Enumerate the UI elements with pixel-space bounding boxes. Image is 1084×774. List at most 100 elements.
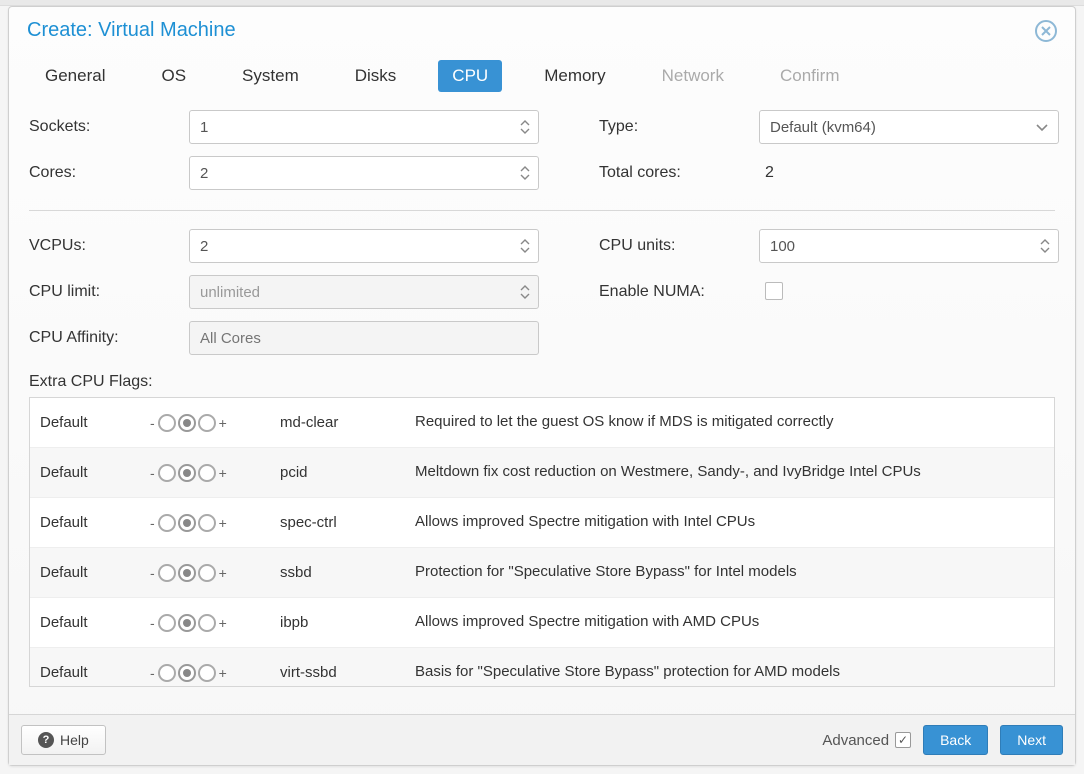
tab-disks[interactable]: Disks [341, 60, 411, 92]
flag-name: virt-ssbd [280, 664, 415, 681]
flag-row: Default-+md-clearRequired to let the gue… [30, 398, 1054, 448]
dialog-header: Create: Virtual Machine [9, 7, 1075, 42]
tristate-default[interactable] [178, 564, 196, 582]
tristate-off[interactable] [158, 464, 176, 482]
flag-state: Default [40, 664, 150, 681]
advanced-toggle[interactable]: Advanced ✓ [822, 732, 911, 749]
flag-name: pcid [280, 464, 415, 481]
vcpus-label: VCPUs: [29, 237, 189, 255]
chevron-down-icon [1036, 119, 1048, 135]
type-label: Type: [599, 118, 759, 136]
minus-icon: - [150, 515, 155, 531]
close-icon [1040, 25, 1052, 37]
tristate-default[interactable] [178, 464, 196, 482]
tristate-default[interactable] [178, 664, 196, 682]
minus-icon: - [150, 465, 155, 481]
close-button[interactable] [1035, 20, 1057, 42]
cpu-affinity-input[interactable] [189, 321, 539, 355]
flag-state: Default [40, 464, 150, 481]
tristate-on[interactable] [198, 464, 216, 482]
cores-field[interactable] [200, 165, 528, 182]
sockets-label: Sockets: [29, 118, 189, 136]
cpu-units-field[interactable] [770, 238, 1048, 255]
flag-row: Default-+ibpbAllows improved Spectre mit… [30, 598, 1054, 648]
tristate-on[interactable] [198, 664, 216, 682]
sockets-field[interactable] [200, 119, 528, 136]
tristate-default[interactable] [178, 514, 196, 532]
flag-state: Default [40, 614, 150, 631]
tristate-off[interactable] [158, 564, 176, 582]
tristate-off[interactable] [158, 664, 176, 682]
flag-row: Default-+virt-ssbdBasis for "Speculative… [30, 648, 1054, 687]
flag-state: Default [40, 414, 150, 431]
flag-tristate[interactable]: -+ [150, 464, 280, 482]
type-select[interactable] [759, 110, 1059, 144]
plus-icon: + [219, 565, 227, 581]
cores-input[interactable] [189, 156, 539, 190]
wizard-tabs: GeneralOSSystemDisksCPUMemoryNetworkConf… [9, 42, 1075, 92]
flag-name: ibpb [280, 614, 415, 631]
tab-cpu[interactable]: CPU [438, 60, 502, 92]
spinner-icon[interactable] [520, 163, 532, 183]
vcpus-field[interactable] [200, 238, 528, 255]
minus-icon: - [150, 665, 155, 681]
minus-icon: - [150, 565, 155, 581]
dialog-content: Sockets: Type: Cores: [9, 92, 1075, 714]
flag-desc: Required to let the guest OS know if MDS… [415, 412, 1044, 432]
help-button[interactable]: ? Help [21, 725, 106, 755]
spinner-icon[interactable] [520, 282, 532, 302]
tab-confirm: Confirm [766, 60, 854, 92]
flag-tristate[interactable]: -+ [150, 614, 280, 632]
flag-tristate[interactable]: -+ [150, 564, 280, 582]
type-field[interactable] [770, 119, 1048, 136]
spinner-icon[interactable] [520, 117, 532, 137]
flag-desc: Allows improved Spectre mitigation with … [415, 512, 1044, 532]
vcpus-input[interactable] [189, 229, 539, 263]
tab-memory[interactable]: Memory [530, 60, 619, 92]
tristate-on[interactable] [198, 514, 216, 532]
tristate-default[interactable] [178, 414, 196, 432]
flag-name: spec-ctrl [280, 514, 415, 531]
flag-desc: Allows improved Spectre mitigation with … [415, 612, 1044, 632]
sockets-input[interactable] [189, 110, 539, 144]
plus-icon: + [219, 415, 227, 431]
extra-cpu-flags-label: Extra CPU Flags: [29, 373, 1055, 391]
cpu-affinity-field[interactable] [200, 330, 528, 347]
total-cores-value: 2 [759, 164, 1059, 182]
tristate-off[interactable] [158, 414, 176, 432]
flag-name: ssbd [280, 564, 415, 581]
tab-system[interactable]: System [228, 60, 313, 92]
cores-label: Cores: [29, 164, 189, 182]
flags-table[interactable]: Default-+md-clearRequired to let the gue… [29, 397, 1055, 687]
flag-row: Default-+spec-ctrlAllows improved Spectr… [30, 498, 1054, 548]
next-button[interactable]: Next [1000, 725, 1063, 755]
cpu-units-input[interactable] [759, 229, 1059, 263]
cpu-limit-label: CPU limit: [29, 283, 189, 301]
spinner-icon[interactable] [520, 236, 532, 256]
cpu-form-top: Sockets: Type: Cores: [29, 110, 1055, 190]
flag-tristate[interactable]: -+ [150, 664, 280, 682]
advanced-checkbox[interactable]: ✓ [895, 732, 911, 748]
cpu-limit-field[interactable] [200, 284, 528, 301]
back-button[interactable]: Back [923, 725, 988, 755]
tristate-off[interactable] [158, 614, 176, 632]
tristate-on[interactable] [198, 614, 216, 632]
tab-os[interactable]: OS [147, 60, 200, 92]
plus-icon: + [219, 465, 227, 481]
flag-tristate[interactable]: -+ [150, 514, 280, 532]
enable-numa-label: Enable NUMA: [599, 283, 759, 301]
tristate-default[interactable] [178, 614, 196, 632]
flag-desc: Basis for "Speculative Store Bypass" pro… [415, 662, 1044, 682]
tab-general[interactable]: General [31, 60, 119, 92]
plus-icon: + [219, 615, 227, 631]
tristate-on[interactable] [198, 414, 216, 432]
cpu-limit-input[interactable] [189, 275, 539, 309]
flags-container: Default-+md-clearRequired to let the gue… [29, 397, 1055, 714]
tristate-on[interactable] [198, 564, 216, 582]
spinner-icon[interactable] [1040, 236, 1052, 256]
enable-numa-checkbox[interactable] [765, 282, 783, 300]
flag-row: Default-+ssbdProtection for "Speculative… [30, 548, 1054, 598]
tristate-off[interactable] [158, 514, 176, 532]
section-divider [29, 210, 1055, 211]
flag-tristate[interactable]: -+ [150, 414, 280, 432]
